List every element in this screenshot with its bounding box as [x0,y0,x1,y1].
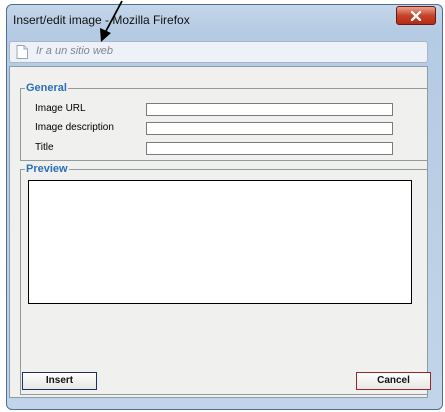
image-description-label: Image description [35,122,114,133]
close-button[interactable] [396,6,436,25]
title-bar[interactable]: Insert/edit image - Mozilla Firefox [7,5,442,35]
image-url-input[interactable] [146,103,393,116]
url-placeholder: Ir a un sitio web [36,45,114,57]
url-bar[interactable]: Ir a un sitio web [9,41,428,63]
window-title: Insert/edit image - Mozilla Firefox [13,13,190,27]
page-icon [16,45,28,59]
general-fieldset: General Image URL Image description Titl… [20,82,428,161]
preview-area [28,180,412,304]
title-label: Title [35,142,54,153]
title-input[interactable] [146,142,393,155]
image-url-label: Image URL [35,103,86,114]
insert-button[interactable]: Insert [22,372,97,390]
preview-legend: Preview [25,163,69,175]
cancel-button[interactable]: Cancel [356,372,431,390]
general-legend: General [25,82,68,94]
close-icon [410,10,422,21]
image-description-input[interactable] [146,122,393,135]
dialog-content: General Image URL Image description Titl… [9,66,428,398]
